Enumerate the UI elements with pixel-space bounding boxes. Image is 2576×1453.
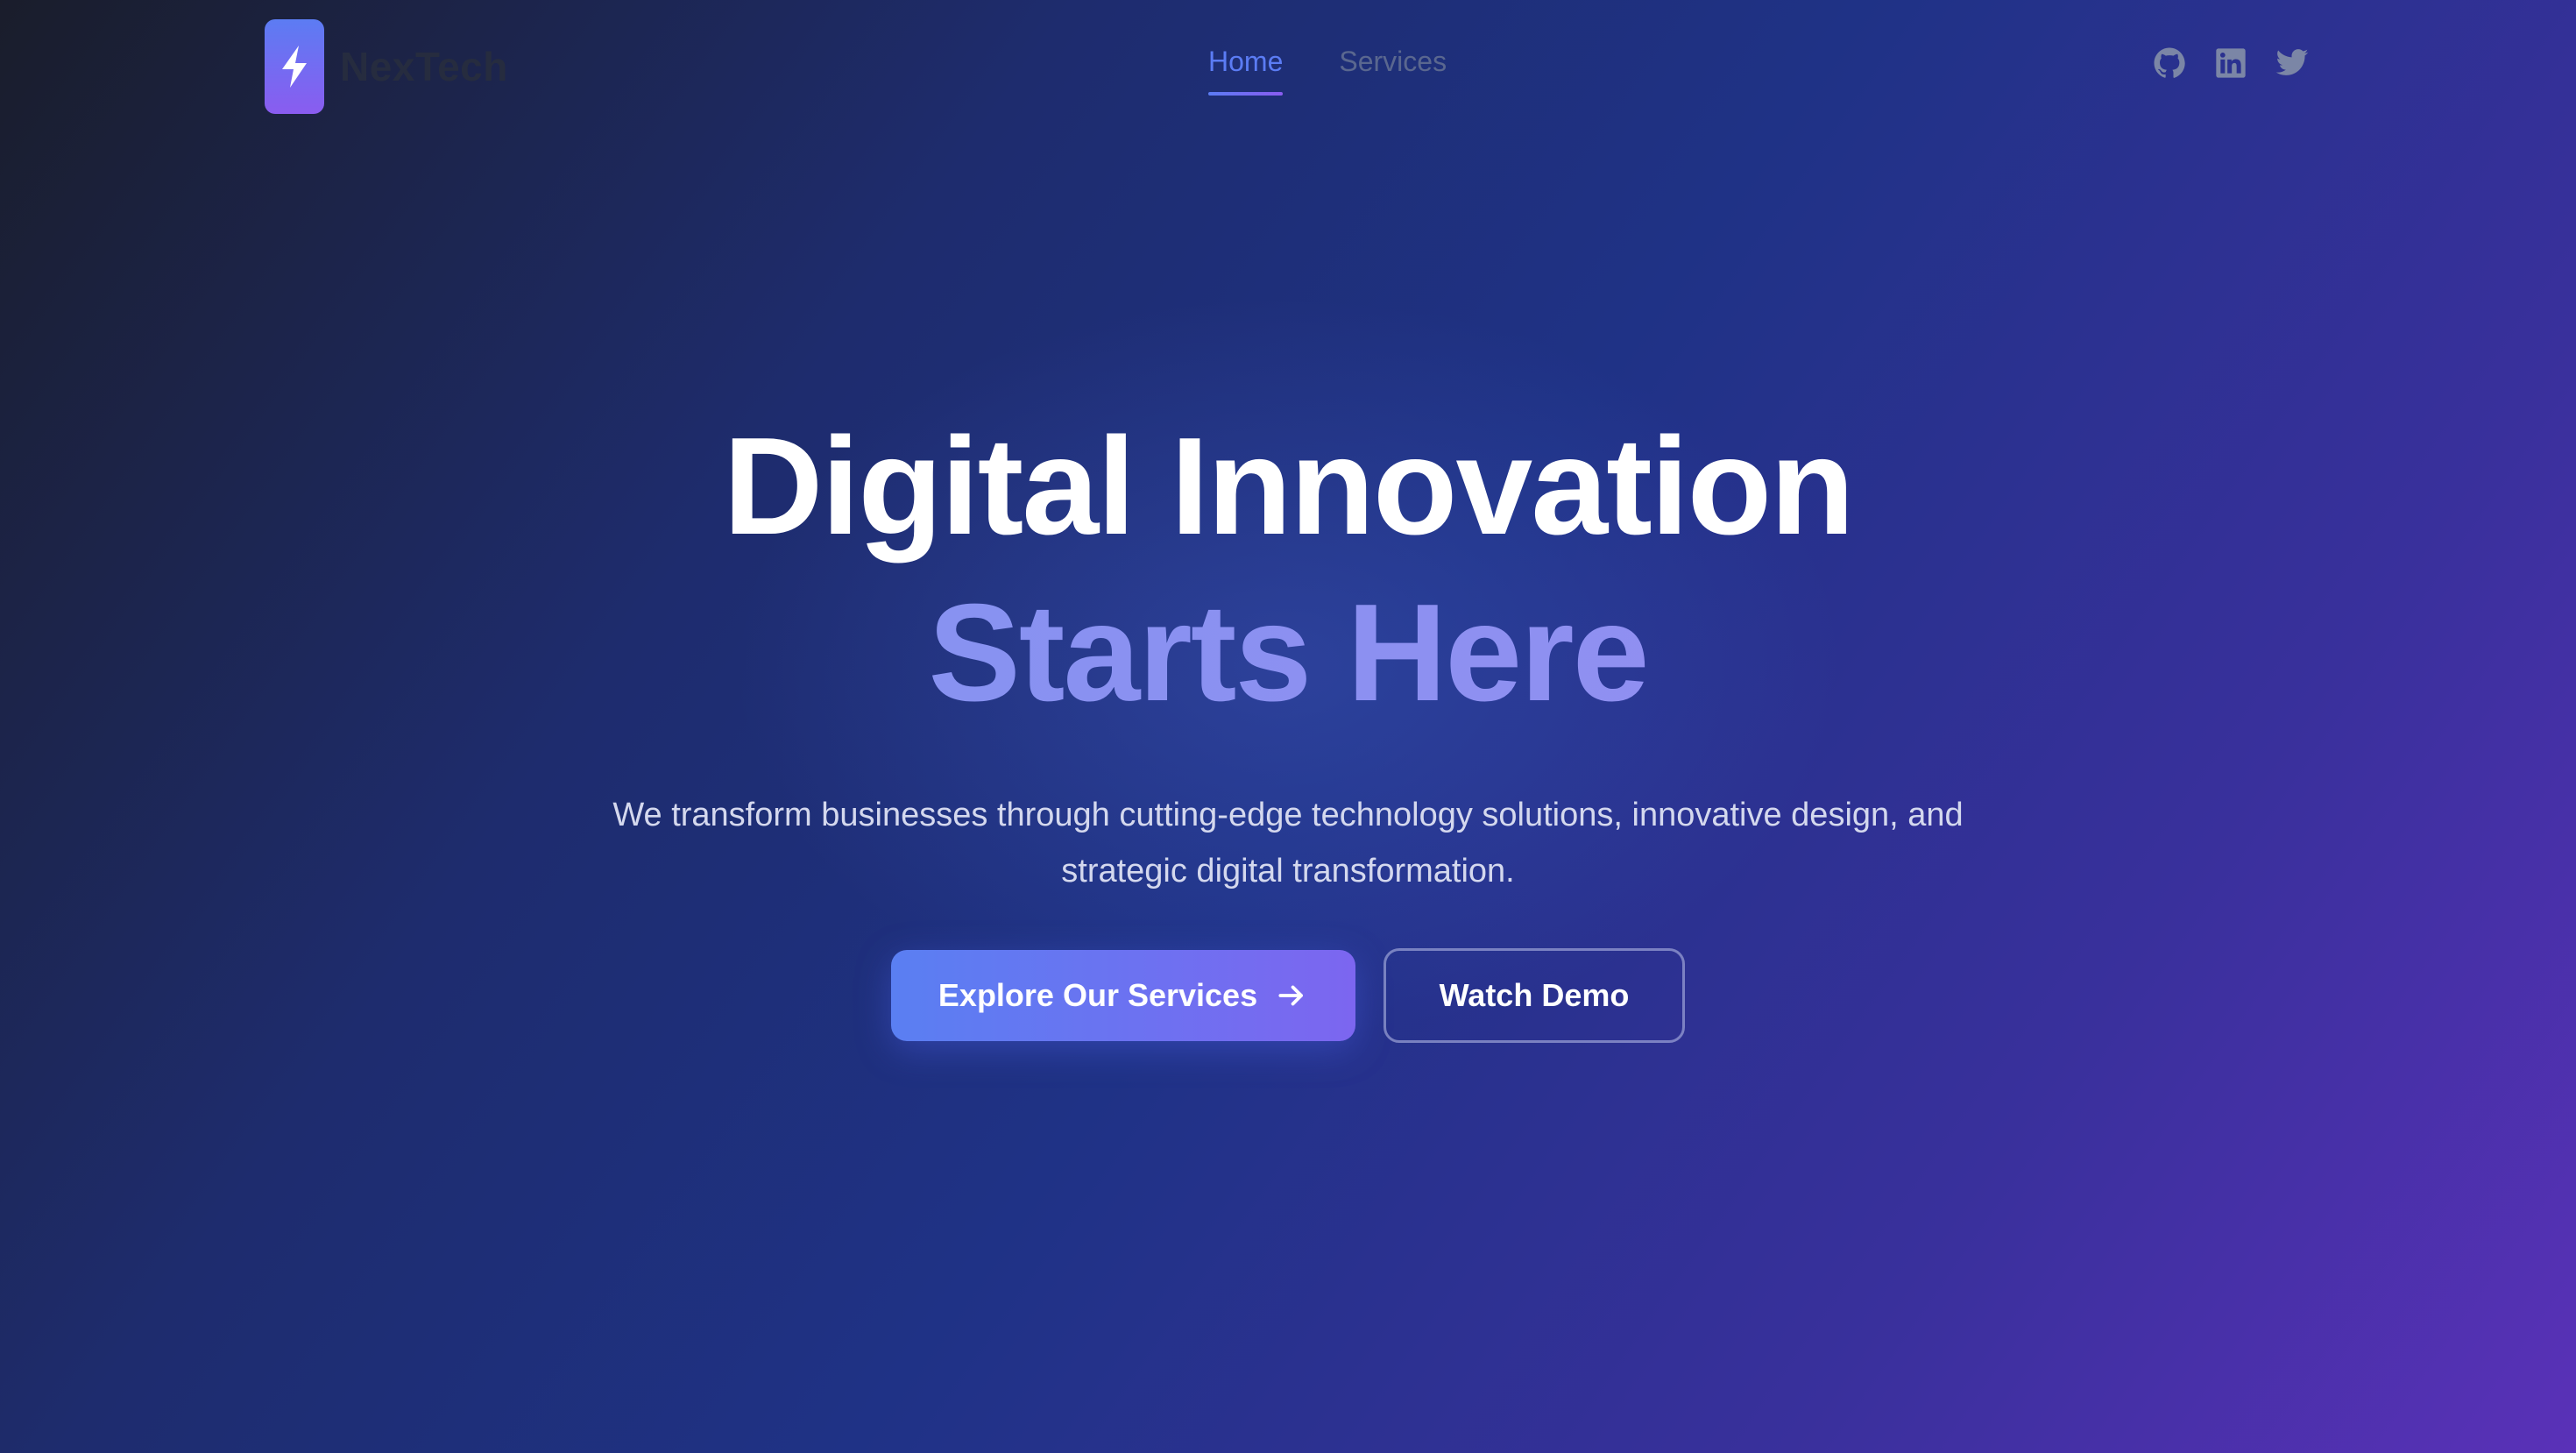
watch-demo-button[interactable]: Watch Demo [1384, 948, 1685, 1043]
nav-item-services[interactable]: Services [1339, 46, 1447, 96]
site-header: NexTech Home Services [0, 0, 2576, 131]
linkedin-icon[interactable] [2213, 46, 2248, 81]
explore-services-label: Explore Our Services [938, 977, 1258, 1013]
brand-logo[interactable]: NexTech [265, 19, 508, 114]
arrow-right-icon [1278, 985, 1304, 1006]
nav-item-home[interactable]: Home [1208, 46, 1284, 96]
hero-section: Digital Innovation Starts Here We transf… [0, 403, 2576, 899]
brand-name: NexTech [340, 44, 508, 89]
hero-title-line-2: Starts Here [0, 570, 2576, 736]
hero-title: Digital Innovation Starts Here [0, 403, 2576, 736]
hero-description: We transform businesses through cutting-… [612, 797, 1964, 890]
hero-title-line-1: Digital Innovation [723, 409, 1854, 563]
cta-group: Explore Our Services Watch Demo [0, 948, 2576, 1043]
main-nav: Home Services [1208, 46, 1447, 96]
twitter-icon[interactable] [2275, 46, 2310, 81]
github-icon[interactable] [2152, 46, 2187, 81]
lightning-bolt-icon [282, 46, 307, 88]
explore-services-button[interactable]: Explore Our Services [891, 950, 1355, 1041]
logo-badge [265, 19, 324, 114]
social-links [2152, 46, 2310, 81]
